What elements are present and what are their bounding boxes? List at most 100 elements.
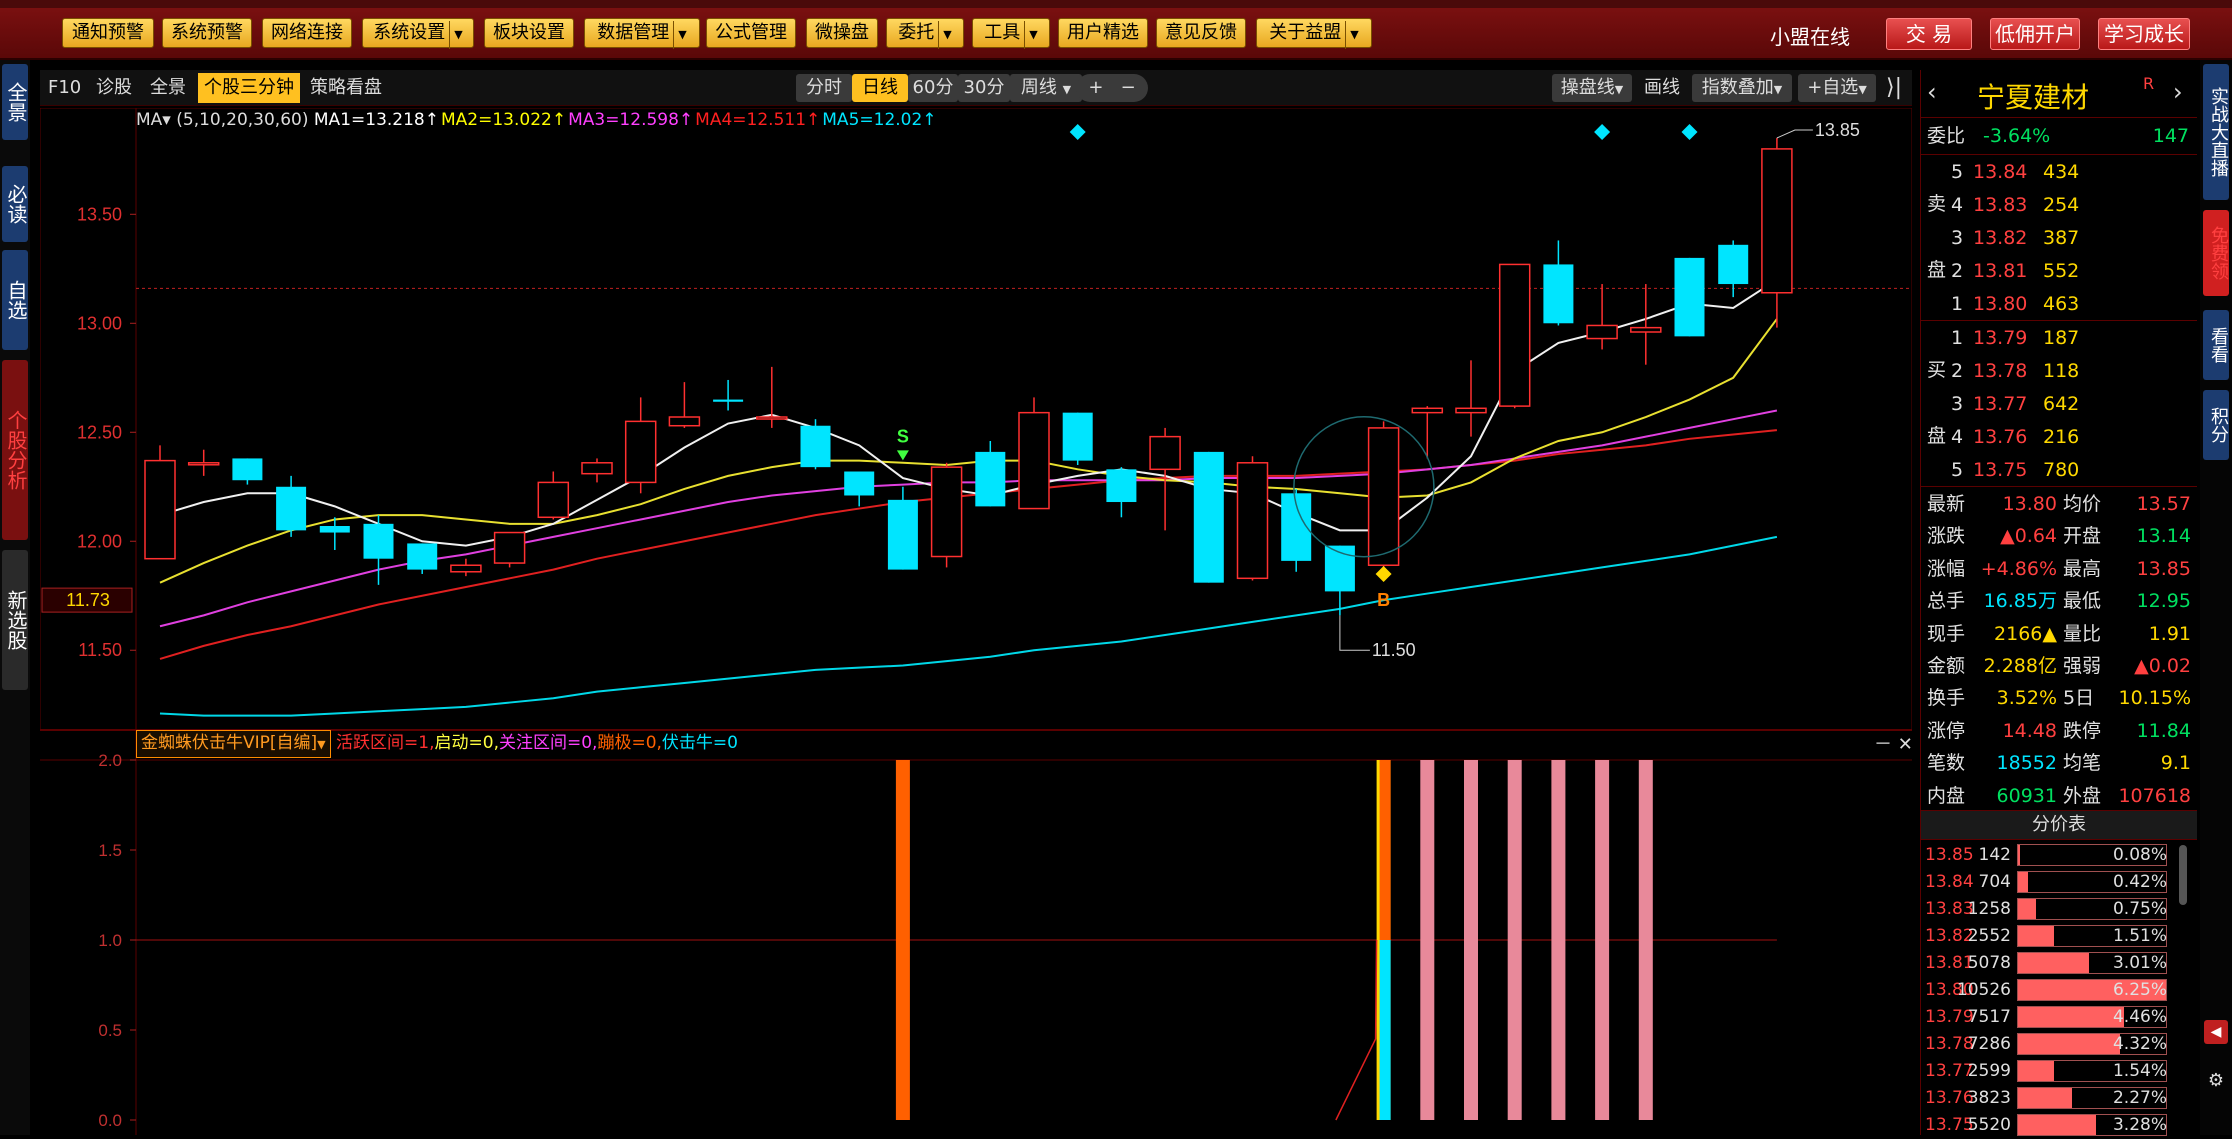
zoom-in-button[interactable]: +: [1088, 77, 1103, 98]
pt-percent: 1.54%: [2112, 1061, 2167, 1081]
learning-button[interactable]: 学习成长: [2098, 18, 2190, 50]
tab-overview[interactable]: 全景: [150, 73, 186, 103]
ask-row[interactable]: 1 13.80 463: [1921, 288, 2197, 321]
stat-label: 最低: [2063, 590, 2102, 613]
formula-management-button[interactable]: 公式管理: [706, 18, 796, 48]
index-overlay-button[interactable]: 指数叠加▼: [1692, 74, 1792, 102]
draw-line-button[interactable]: 画线: [1644, 73, 1680, 103]
price-chart[interactable]: 13.50 13.00 12.50 12.00 11.50 11.73 13.85 11.50…: [40, 108, 1912, 1135]
ma1-line: [159, 278, 1778, 547]
price-table-scrollbar[interactable]: [2179, 845, 2187, 905]
tab-points[interactable]: 积分: [2203, 390, 2229, 460]
ask-price: 13.82: [1973, 227, 2028, 249]
low-label: 11.50: [1372, 640, 1416, 660]
tab-stock-3min[interactable]: 个股三分钟: [198, 73, 300, 103]
trade-button[interactable]: 交 易: [1886, 18, 1972, 50]
candle-body-up: [1411, 407, 1444, 414]
trade-line-button[interactable]: 操盘线▼: [1552, 74, 1632, 102]
tab-live-broadcast[interactable]: 实战大直播: [2203, 64, 2229, 200]
pt-volume: 7517: [1967, 1007, 2011, 1027]
price-table-row: 13.78 7286 4.32%: [1921, 1031, 2197, 1058]
indicator-bar-segment: [1379, 760, 1391, 940]
indicator-name: 金蜘蛛伏击牛VIP[自编]: [141, 733, 318, 753]
ask-row[interactable]: 5 13.84 434: [1921, 156, 2197, 189]
bid-row[interactable]: 3 13.77 642: [1921, 388, 2197, 421]
indicator-selector[interactable]: 金蜘蛛伏击牛VIP[自编]▼: [136, 730, 331, 758]
sector-settings-button[interactable]: 板块设置: [484, 18, 574, 48]
tab-panorama[interactable]: 全景: [2, 64, 28, 140]
stat-value: 1.91: [2148, 622, 2191, 645]
candle-body-down: [975, 451, 1006, 507]
about-button[interactable]: 关于益盟 ▼: [1256, 18, 1372, 49]
tab-watchlist[interactable]: 自选: [2, 250, 28, 350]
user-picks-button[interactable]: 用户精选: [1058, 18, 1148, 48]
ask-row[interactable]: 4 13.83 254: [1921, 189, 2197, 222]
price-table-row: 13.80 10526 6.25%: [1921, 977, 2197, 1004]
tab-free-claim[interactable]: 免费领: [2203, 210, 2229, 296]
candle-body-down: [844, 471, 875, 496]
stat-value: 11.84: [2136, 719, 2191, 742]
micro-trade-button[interactable]: 微操盘: [806, 18, 878, 48]
bid-row[interactable]: 1 13.79 187: [1921, 322, 2197, 355]
notify-alert-button[interactable]: 通知预警: [62, 18, 154, 48]
add-watchlist-button[interactable]: +自选▼: [1798, 74, 1876, 102]
tab-stock-analysis[interactable]: 个股分析: [2, 360, 28, 540]
ask-price: 13.84: [1973, 161, 2028, 183]
prev-stock-icon[interactable]: ‹: [1927, 78, 1937, 106]
pt-volume: 5078: [1967, 953, 2011, 973]
price-table-row: 13.79 7517 4.46%: [1921, 1004, 2197, 1031]
speaker-icon[interactable]: ◀: [2204, 1020, 2228, 1044]
tab-strategy[interactable]: 策略看盘: [310, 73, 382, 103]
stat-label: 金额: [1927, 655, 1966, 677]
tab-diagnose[interactable]: 诊股: [96, 73, 132, 103]
indicator-bar: [1464, 760, 1478, 1120]
bid-row[interactable]: 4 13.76 216: [1921, 421, 2197, 454]
network-button[interactable]: 网络连接: [262, 18, 352, 48]
system-alert-button[interactable]: 系统预警: [162, 18, 252, 48]
indicator-bar: [1507, 760, 1522, 1120]
tab-look[interactable]: 看看: [2203, 310, 2229, 380]
stat-value: 13.57: [2136, 493, 2191, 515]
tab-f10[interactable]: F10: [48, 73, 81, 103]
pt-volume: 3823: [1967, 1088, 2011, 1108]
stat-row: 内盘 60931 外盘 107618: [1921, 780, 2197, 813]
candle-body-down: [800, 425, 831, 468]
candle-body-down: [276, 486, 307, 531]
period-weekly[interactable]: 周线 ▼: [1010, 74, 1082, 102]
indicator-close-icon[interactable]: － ✕: [1874, 730, 1913, 756]
ask-row[interactable]: 2 13.81 552: [1921, 255, 2197, 288]
sell-signal-label: S: [897, 426, 909, 446]
bid-volume: 780: [2043, 459, 2080, 481]
period-30min[interactable]: 30分: [958, 74, 1010, 102]
period-intraday[interactable]: 分时: [796, 74, 852, 102]
bid-row[interactable]: 5 13.75 780: [1921, 454, 2197, 487]
price-table-title[interactable]: 分价表: [1921, 810, 2197, 840]
tab-new-screener[interactable]: 新选股: [2, 550, 28, 690]
period-daily[interactable]: 日线: [852, 74, 908, 102]
data-management-button[interactable]: 数据管理 ▼: [584, 18, 700, 49]
feedback-button[interactable]: 意见反馈: [1156, 18, 1246, 48]
pt-volume: 142: [1978, 845, 2011, 865]
ask-row[interactable]: 3 13.82 387: [1921, 222, 2197, 255]
pt-price: 13.78: [1925, 1034, 1974, 1054]
zoom-out-button[interactable]: −: [1121, 77, 1136, 98]
period-60min[interactable]: 60分: [908, 74, 958, 102]
bid-row[interactable]: 2 13.78 118: [1921, 355, 2197, 388]
sell-signal-arrow: [896, 450, 909, 461]
pt-volume: 704: [1978, 872, 2011, 892]
weibi-label: 委比: [1927, 125, 1966, 147]
stat-label: 外盘: [2063, 784, 2102, 807]
next-stock-icon[interactable]: ›: [2173, 78, 2183, 106]
collapse-icon[interactable]: ⟩|: [1886, 73, 1902, 103]
settings-icon[interactable]: ⚙: [2204, 1070, 2228, 1094]
pt-percent: 4.32%: [2112, 1034, 2167, 1054]
tab-must-read[interactable]: 必读: [2, 166, 28, 242]
delegate-button[interactable]: 委托 ▼: [886, 18, 964, 49]
open-account-button[interactable]: 低佣开户: [1990, 18, 2080, 50]
system-settings-button[interactable]: 系统设置 ▼: [362, 18, 474, 49]
indicator-signal-line: [1335, 939, 1378, 1121]
tools-button[interactable]: 工具 ▼: [972, 18, 1050, 49]
right-promo-bar: 实战大直播 免费领 看看 积分 ◀ ⚙: [2200, 60, 2232, 1135]
sell-side-label-bottom: 盘: [1927, 259, 1947, 281]
stat-row: 金额 2.288亿 强弱 ▲0.02: [1921, 650, 2197, 683]
